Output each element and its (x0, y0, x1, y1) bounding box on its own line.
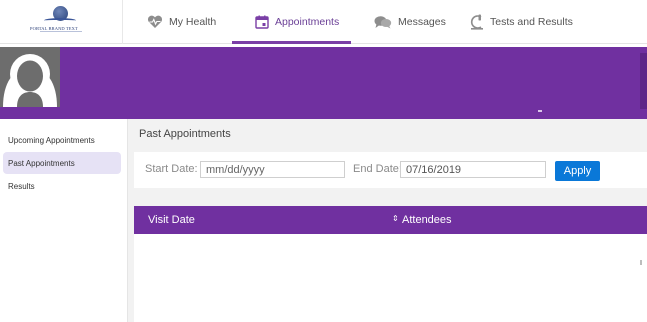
table-header: Visit Date ⇕ Attendees (134, 206, 647, 234)
end-date-input[interactable] (400, 161, 546, 178)
heart-pulse-icon (147, 15, 163, 29)
sidebar-item-label: Upcoming Appointments (8, 135, 95, 145)
table-edge-mark (640, 260, 642, 265)
sidebar: Upcoming Appointments Past Appointments … (0, 119, 128, 322)
microscope-icon (470, 14, 484, 30)
nav-tab-label: Appointments (275, 16, 340, 28)
table-body (134, 234, 647, 322)
sort-icon[interactable]: ⇕ (392, 214, 399, 223)
profile-banner (0, 47, 647, 119)
avatar[interactable] (0, 47, 60, 107)
nav-tab-label: My Health (169, 16, 217, 28)
banner-dropdown-indicator[interactable] (538, 110, 542, 112)
nav-tab-label: Messages (398, 16, 446, 28)
active-tab-indicator (232, 41, 351, 44)
start-date-label: Start Date: (145, 163, 198, 175)
user-silhouette-icon (3, 54, 57, 107)
sidebar-item-label: Past Appointments (8, 158, 75, 168)
main-content: Past Appointments Start Date: End Date: … (128, 119, 647, 322)
start-date-input[interactable] (200, 161, 345, 178)
apply-button[interactable]: Apply (555, 161, 600, 181)
nav-tab-messages[interactable]: Messages (374, 0, 446, 44)
nav-tab-my-health[interactable]: My Health (147, 0, 216, 44)
column-header-visit-date[interactable]: Visit Date (148, 214, 195, 226)
nav-tab-appointments[interactable]: Appointments (255, 0, 339, 44)
banner-edge (640, 53, 647, 109)
chat-bubbles-icon (374, 15, 392, 29)
top-nav: PORTAL BRAND TEXT My Health Appointments… (0, 0, 647, 44)
sidebar-item-label: Results (8, 181, 35, 191)
end-date-label: End Date: (353, 163, 402, 175)
organization-logo[interactable]: PORTAL BRAND TEXT (0, 0, 123, 44)
sidebar-item-past-appointments[interactable]: Past Appointments (3, 152, 121, 174)
sidebar-item-results[interactable]: Results (3, 175, 121, 197)
nav-tab-tests-and-results[interactable]: Tests and Results (470, 0, 573, 44)
column-header-attendees[interactable]: Attendees (402, 214, 452, 226)
sidebar-item-upcoming-appointments[interactable]: Upcoming Appointments (3, 129, 121, 151)
page-title: Past Appointments (139, 128, 231, 140)
calendar-icon (255, 15, 269, 29)
nav-tab-label: Tests and Results (490, 16, 573, 28)
date-filter-card: Start Date: End Date: Apply (134, 152, 647, 188)
